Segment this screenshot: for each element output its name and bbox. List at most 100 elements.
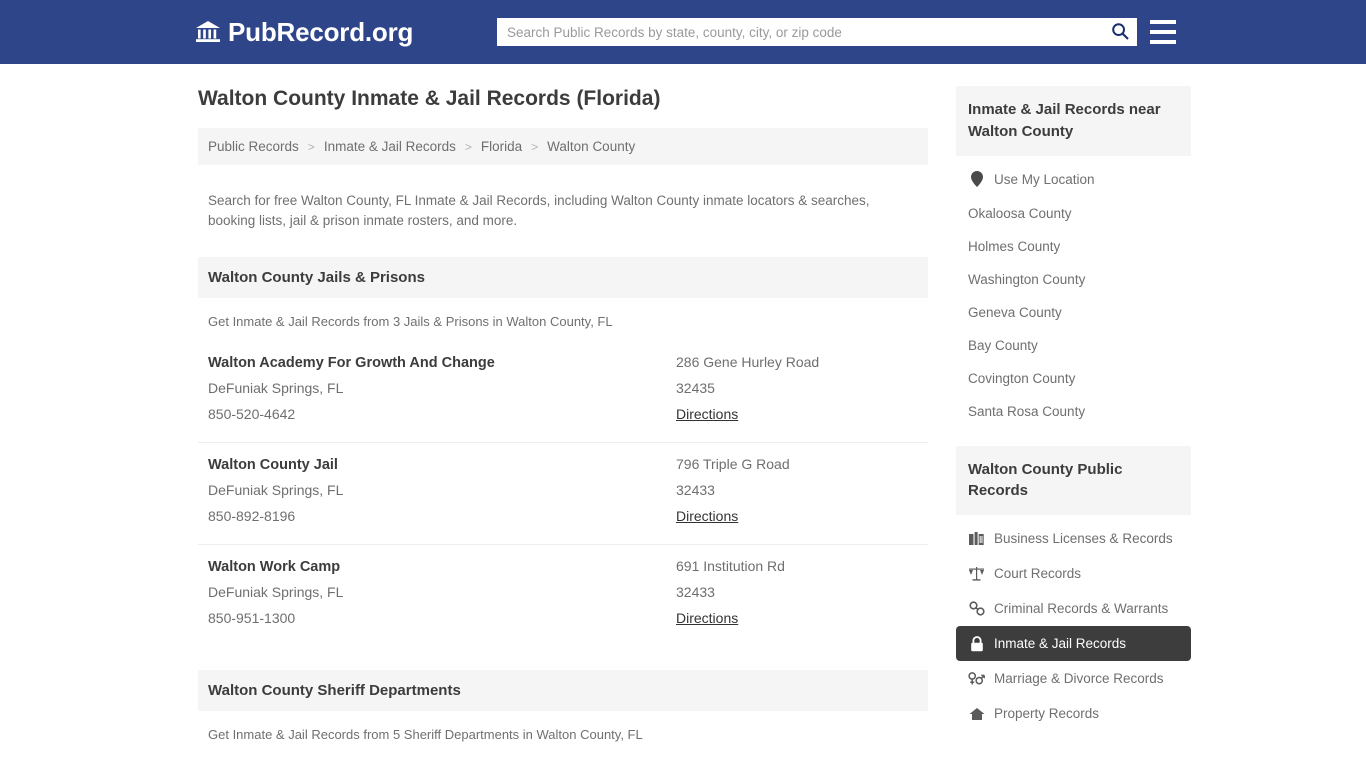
breadcrumb-separator-icon: > [307,139,315,154]
site-logo-text: PubRecord.org [228,17,414,47]
sidebar-item-label: Washington County [968,271,1086,287]
breadcrumb-item-inmate-jail-records[interactable]: Inmate & Jail Records [324,139,456,154]
bank-building-icon [195,19,221,45]
sidebar-item-label: Geneva County [968,304,1062,320]
sidebar-item-label: Okaloosa County [968,205,1072,221]
page-title: Walton County Inmate & Jail Records (Flo… [198,87,661,110]
briefcase-icon [968,530,985,547]
listing-name: Walton Academy For Growth And Change [208,355,495,372]
listing-details: Walton County Jail DeFuniak Springs, FL … [208,452,676,530]
directions-link[interactable]: Directions [676,402,738,428]
table-row: Walton Work Camp DeFuniak Springs, FL 85… [198,543,928,646]
sidebar-item-label: Business Licenses & Records [994,531,1173,546]
menu-bar-1 [1150,20,1176,24]
listing-city-state: DeFuniak Springs, FL [208,482,344,499]
sidebar-item-label: Property Records [994,706,1100,721]
sidebar-item-inmate-jail-records[interactable]: Inmate & Jail Records [956,626,1191,661]
listing-address: 691 Institution Rd 32433 Directions [676,554,918,632]
breadcrumb-item-walton-county[interactable]: Walton County [547,139,635,154]
search-button[interactable] [1103,18,1137,46]
menu-bar-3 [1150,40,1176,44]
sidebar: Inmate & Jail Records near Walton County… [956,86,1191,768]
listing-details: Walton County Sheriff's Office DeFuniak … [208,763,676,768]
search-icon [1111,22,1129,43]
breadcrumb-separator-icon: > [464,139,472,154]
sidebar-item-geneva-county[interactable]: Geneva County [956,296,1191,329]
listing-address: 752 Triple G Rd 32433 Directions [676,763,918,768]
map-pin-icon [968,171,985,188]
sidebar-item-label: Bay County [968,337,1038,353]
sidebar-item-use-my-location[interactable]: Use My Location [956,162,1191,197]
page-intro-text: Search for free Walton County, FL Inmate… [208,192,870,228]
listing-address: 286 Gene Hurley Road 32435 Directions [676,350,918,428]
sidebar-item-holmes-county[interactable]: Holmes County [956,230,1191,263]
listing-zip: 32433 [676,583,715,600]
listing-street: 796 Triple G Road [676,456,790,473]
sidebar-item-covington-county[interactable]: Covington County [956,362,1191,395]
sidebar-item-business-licenses[interactable]: Business Licenses & Records [956,521,1191,556]
listing-name: Walton Work Camp [208,558,341,575]
sidebar-heading-nearby: Inmate & Jail Records near Walton County [956,86,1191,156]
sidebar-item-label: Covington County [968,370,1076,386]
sidebar-item-label: Use My Location [994,171,1095,187]
hamburger-menu-icon[interactable] [1150,20,1176,44]
menu-bar-2 [1150,30,1176,34]
table-row: Walton Academy For Growth And Change DeF… [198,341,928,442]
breadcrumb-item-public-records[interactable]: Public Records [208,139,299,154]
sidebar-nearby-list: Use My Location Okaloosa County Holmes C… [956,156,1191,428]
breadcrumb-item-florida[interactable]: Florida [481,139,522,154]
house-icon [968,705,985,722]
sidebar-item-washington-county[interactable]: Washington County [956,263,1191,296]
site-header: PubRecord.org [0,0,1366,64]
sidebar-item-santa-rosa-county[interactable]: Santa Rosa County [956,395,1191,428]
listing-zip: 32433 [676,481,715,498]
directions-link[interactable]: Directions [676,606,738,632]
listing-name: Walton County Jail [208,457,338,474]
listing-city-state: DeFuniak Springs, FL [208,380,344,397]
listing-phone: 850-520-4642 [208,406,296,423]
listing-city-state: DeFuniak Springs, FL [208,584,344,601]
page-body: Walton County Inmate & Jail Records (Flo… [0,64,1366,768]
sidebar-item-label: Court Records [994,566,1082,581]
scales-of-justice-icon [968,565,985,582]
listing-phone: 850-951-1300 [208,609,296,626]
site-logo-link[interactable]: PubRecord.org [195,19,413,45]
sidebar-item-bay-county[interactable]: Bay County [956,329,1191,362]
section-heading-jails-prisons: Walton County Jails & Prisons [198,257,928,299]
sidebar-item-court-records[interactable]: Court Records [956,556,1191,591]
breadcrumb: Public Records > Inmate & Jail Records >… [198,128,928,166]
table-row: Walton County Jail DeFuniak Springs, FL … [198,442,928,544]
section-subtitle-sheriff-departments: Get Inmate & Jail Records from 5 Sheriff… [208,726,643,742]
sidebar-item-label: Holmes County [968,238,1061,254]
listing-street: 691 Institution Rd [676,557,785,574]
listing-zip: 32435 [676,380,715,397]
sidebar-item-label: Santa Rosa County [968,403,1086,419]
sidebar-item-label: Marriage & Divorce Records [994,671,1164,686]
sidebar-item-label: Criminal Records & Warrants [994,601,1169,616]
listing-details: Walton Work Camp DeFuniak Springs, FL 85… [208,554,676,632]
main-content: Walton County Inmate & Jail Records (Flo… [198,86,928,768]
listing-street: 286 Gene Hurley Road [676,354,820,371]
sidebar-item-marriage-divorce[interactable]: Marriage & Divorce Records [956,661,1191,696]
sidebar-nearby-box: Inmate & Jail Records near Walton County… [956,86,1191,428]
sidebar-heading-public-records: Walton County Public Records [956,445,1191,515]
content-container: Walton County Inmate & Jail Records (Flo… [198,64,1191,768]
sidebar-public-records-box: Walton County Public Records Business Li… [956,445,1191,732]
search-bar [497,18,1137,46]
listing-details: Walton Academy For Growth And Change DeF… [208,350,676,428]
lock-icon [968,635,985,652]
table-row: Walton County Sheriff's Office DeFuniak … [198,754,928,768]
gender-symbols-icon [968,670,985,687]
handcuffs-icon [968,600,985,617]
section-subtitle-jails-prisons: Get Inmate & Jail Records from 3 Jails &… [208,314,613,330]
section-heading-sheriff-departments: Walton County Sheriff Departments [198,669,928,711]
breadcrumb-separator-icon: > [531,139,539,154]
sidebar-item-okaloosa-county[interactable]: Okaloosa County [956,197,1191,230]
listing-phone: 850-892-8196 [208,508,296,525]
sidebar-item-criminal-records[interactable]: Criminal Records & Warrants [956,591,1191,626]
search-input[interactable] [497,18,1103,46]
directions-link[interactable]: Directions [676,504,738,530]
sidebar-item-label: Inmate & Jail Records [994,636,1127,651]
sidebar-item-property-records[interactable]: Property Records [956,696,1191,731]
listing-street: 752 Triple G Rd [676,763,918,768]
